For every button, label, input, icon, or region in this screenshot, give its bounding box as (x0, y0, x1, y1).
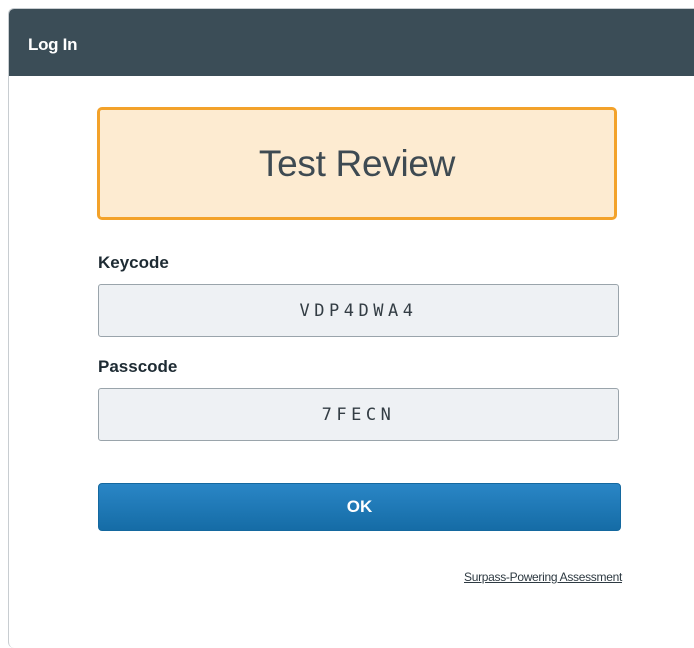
keycode-input[interactable] (98, 284, 619, 337)
keycode-label: Keycode (98, 253, 169, 272)
exam-title: Test Review (258, 142, 456, 184)
passcode-label: Passcode (98, 357, 178, 376)
dialog-title: Log In (28, 35, 78, 54)
dialog-header: Log In (9, 9, 694, 76)
exam-title-panel: Test Review (97, 107, 617, 220)
login-dialog: Log In Test Review Keycode Passcode OK S… (8, 8, 694, 648)
surpass-powering-assessment-link[interactable]: Surpass-Powering Assessment (464, 570, 622, 584)
passcode-input[interactable] (98, 388, 619, 441)
ok-button[interactable]: OK (98, 483, 621, 531)
